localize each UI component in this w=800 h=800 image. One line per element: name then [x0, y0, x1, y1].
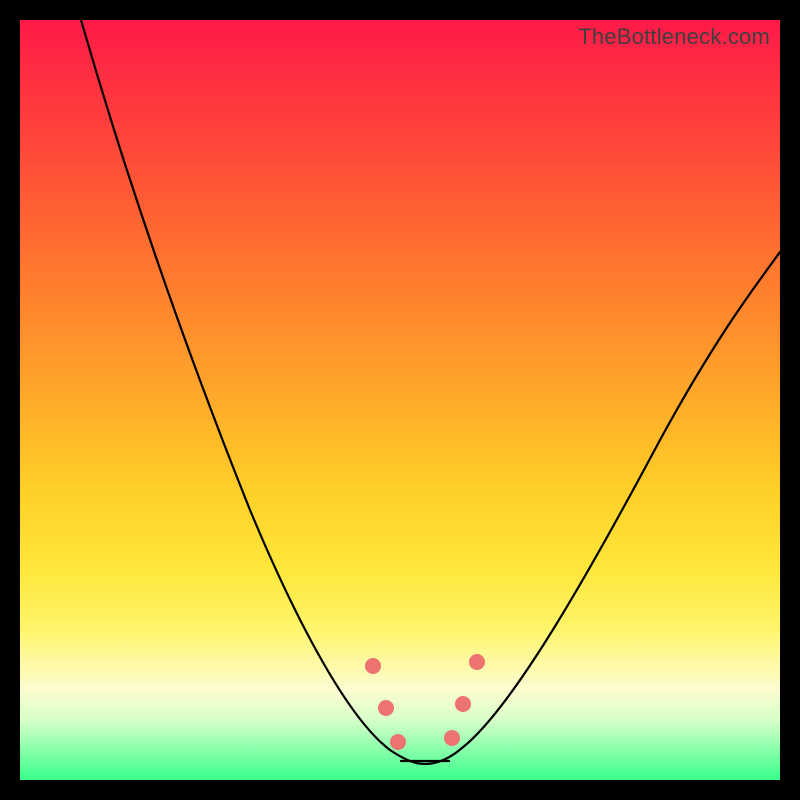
marker-dot [378, 700, 394, 716]
marker-dot [390, 734, 406, 750]
bottleneck-curve [81, 20, 780, 764]
plot-area: TheBottleneck.com [20, 20, 780, 780]
marker-dot [365, 658, 381, 674]
chart-svg [20, 20, 780, 780]
curve-markers [365, 654, 485, 750]
marker-dot [469, 654, 485, 670]
marker-dot [444, 730, 460, 746]
marker-dot [455, 696, 471, 712]
chart-frame: TheBottleneck.com [0, 0, 800, 800]
